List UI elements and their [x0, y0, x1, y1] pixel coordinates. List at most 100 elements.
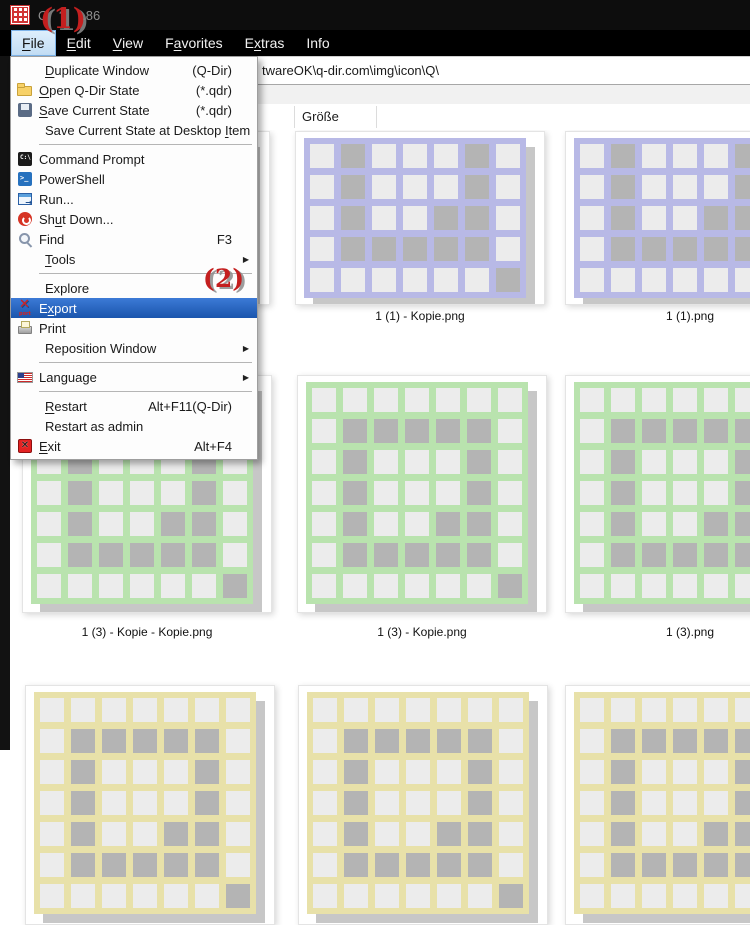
- thumbnail-image: [574, 692, 750, 914]
- print-icon: [17, 320, 33, 336]
- grid-cell: [611, 144, 635, 168]
- grid-cell: [465, 268, 489, 292]
- menu-item-export[interactable]: Export: [11, 298, 257, 318]
- file-name-label[interactable]: 1 (1) - Kopie.png: [295, 309, 545, 323]
- menu-item-reposition-window[interactable]: Reposition Window▶: [11, 338, 257, 358]
- grid-image: [307, 692, 529, 914]
- menu-item-restart-as-admin[interactable]: Restart as admin: [11, 416, 257, 436]
- menubar-item-edit[interactable]: Edit: [56, 30, 102, 56]
- menu-item-shut-down[interactable]: Shut Down...: [11, 209, 257, 229]
- app-icon[interactable]: [10, 5, 30, 25]
- grid-cell: [498, 481, 522, 505]
- menu-item-tools[interactable]: Tools▶: [11, 249, 257, 269]
- menu-item-restart[interactable]: RestartAlt+F11(Q-Dir): [11, 396, 257, 416]
- grid-cell: [673, 729, 697, 753]
- menu-item-save-current-state-at-desktop-item[interactable]: Save Current State at Desktop Item: [11, 120, 257, 140]
- menu-item-label: Open Q-Dir State: [39, 83, 139, 98]
- grid-cell: [406, 791, 430, 815]
- menu-item-exit[interactable]: ExitAlt+F4: [11, 436, 257, 456]
- column-header-size[interactable]: Größe: [302, 109, 339, 124]
- grid-cell: [344, 729, 368, 753]
- grid-cell: [735, 884, 750, 908]
- submenu-arrow-icon: ▶: [243, 367, 249, 387]
- grid-cell: [673, 543, 697, 567]
- grid-cell: [40, 760, 64, 784]
- menubar-item-extras[interactable]: Extras: [234, 30, 296, 56]
- file-thumb-1-1-kopie-png[interactable]: 1 (1) - Kopie.png: [295, 131, 545, 323]
- menu-item-command-prompt[interactable]: Command Prompt: [11, 149, 257, 169]
- grid-cell: [375, 791, 399, 815]
- grid-cell: [673, 419, 697, 443]
- grid-cell: [164, 698, 188, 722]
- menu-item-label: PowerShell: [39, 172, 105, 187]
- menu-item-save-current-state[interactable]: Save Current State(*.qdr): [11, 100, 257, 120]
- file-name-label[interactable]: 1 (3) - Kopie - Kopie.png: [22, 625, 272, 639]
- file-thumb[interactable]: [25, 685, 275, 925]
- menu-item-duplicate-window[interactable]: Duplicate Window(Q-Dir): [11, 60, 257, 80]
- grid-cell: [642, 574, 666, 598]
- grid-cell: [313, 853, 337, 877]
- grid-cell: [130, 543, 154, 567]
- file-name-label[interactable]: 1 (3).png: [565, 625, 750, 639]
- file-thumb-1-3-png[interactable]: 1 (3).png: [565, 375, 750, 639]
- menu-item-explore[interactable]: Explore: [11, 278, 257, 298]
- titlebar[interactable]: Q.86: [0, 0, 750, 30]
- grid-cell: [436, 419, 460, 443]
- grid-cell: [37, 481, 61, 505]
- floppy-icon: [17, 102, 33, 118]
- grid-cell: [498, 543, 522, 567]
- grid-cell: [40, 853, 64, 877]
- grid-cell: [344, 822, 368, 846]
- menu-item-run[interactable]: Run...: [11, 189, 257, 209]
- grid-cell: [673, 144, 697, 168]
- grid-cell: [437, 853, 461, 877]
- menubar-item-info[interactable]: Info: [295, 30, 340, 56]
- grid-cell: [580, 175, 604, 199]
- menu-item-label: Language: [39, 370, 97, 385]
- address-path[interactable]: twareOK\q-dir.com\img\icon\Q\: [262, 63, 439, 78]
- grid-cell: [611, 574, 635, 598]
- file-thumb-1-3-kopie-png[interactable]: 1 (3) - Kopie.png: [297, 375, 547, 639]
- grid-cell: [37, 543, 61, 567]
- grid-cell: [611, 481, 635, 505]
- menu-separator: [39, 144, 252, 145]
- file-thumb-1-1-png[interactable]: 1 (1).png: [565, 131, 750, 323]
- grid-cell: [580, 268, 604, 292]
- menubar-item-favorites[interactable]: Favorites: [154, 30, 234, 56]
- menu-item-language[interactable]: Language ▶: [11, 367, 257, 387]
- grid-cell: [642, 144, 666, 168]
- grid-cell: [735, 175, 750, 199]
- thumbnail-card: [295, 131, 545, 305]
- grid-cell: [673, 822, 697, 846]
- grid-cell: [226, 884, 250, 908]
- grid-cell: [499, 760, 523, 784]
- grid-cell: [580, 144, 604, 168]
- grid-cell: [611, 175, 635, 199]
- grid-cell: [611, 512, 635, 536]
- menubar-item-file[interactable]: File: [11, 30, 56, 56]
- grid-cell: [313, 760, 337, 784]
- window-left-edge: [0, 56, 10, 750]
- column-divider: [376, 106, 377, 128]
- file-name-label[interactable]: 1 (1).png: [565, 309, 750, 323]
- file-name-label[interactable]: 1 (3) - Kopie.png: [297, 625, 547, 639]
- powershell-icon: [17, 171, 33, 187]
- grid-cell: [496, 268, 520, 292]
- grid-cell: [133, 729, 157, 753]
- file-thumb[interactable]: [298, 685, 548, 925]
- menu-item-print[interactable]: Print: [11, 318, 257, 338]
- file-thumb[interactable]: [565, 685, 750, 925]
- grid-cell: [372, 206, 396, 230]
- find-icon: [17, 231, 33, 247]
- menubar-item-view[interactable]: View: [102, 30, 154, 56]
- grid-cell: [735, 574, 750, 598]
- grid-cell: [344, 853, 368, 877]
- grid-cell: [405, 512, 429, 536]
- grid-cell: [498, 419, 522, 443]
- grid-cell: [374, 481, 398, 505]
- menu-item-powershell[interactable]: PowerShell: [11, 169, 257, 189]
- grid-cell: [313, 729, 337, 753]
- grid-cell: [496, 237, 520, 261]
- menu-item-find[interactable]: FindF3: [11, 229, 257, 249]
- menu-item-open-q-dir-state[interactable]: Open Q-Dir State(*.qdr): [11, 80, 257, 100]
